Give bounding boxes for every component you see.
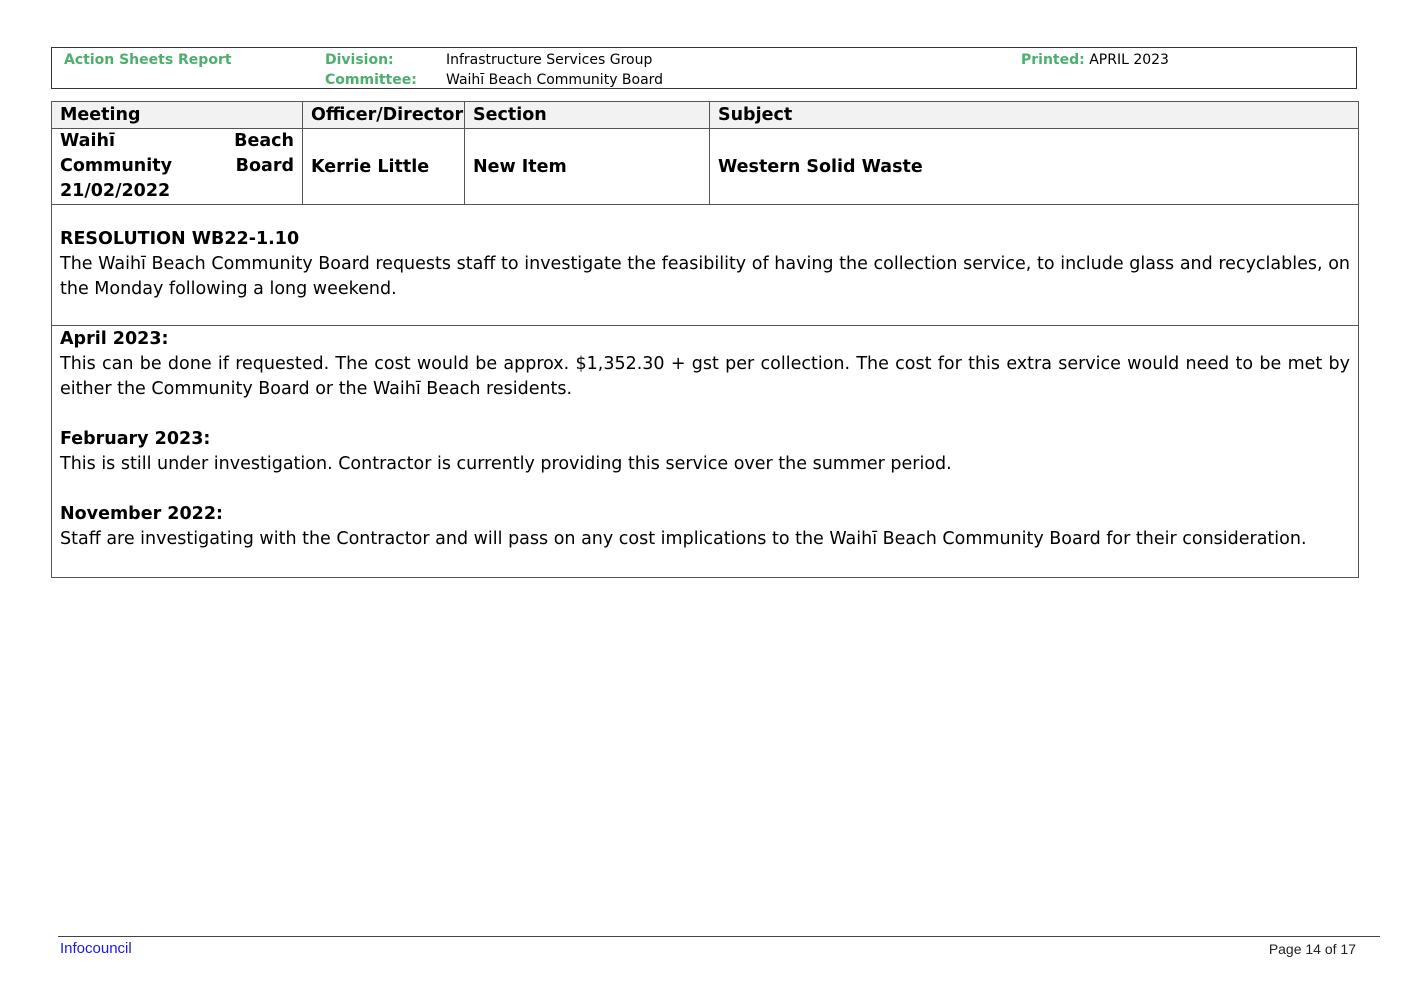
resolution-text: The Waihī Beach Community Board requests… xyxy=(60,254,1350,299)
column-header-subject: Subject xyxy=(709,101,1359,129)
update-text-april-2023: This can be done if requested. The cost … xyxy=(60,354,1350,399)
action-sheet-table: Meeting Officer/Director Section Subject… xyxy=(51,101,1359,578)
column-header-officer: Officer/Director xyxy=(302,101,465,129)
table-row: Waihī Beach Community Board 21/02/2022 K… xyxy=(51,128,1359,205)
division-label: Division: xyxy=(325,52,394,68)
footer-infocouncil: Infocouncil xyxy=(60,940,132,957)
table-header-row: Meeting Officer/Director Section Subject xyxy=(51,101,1359,129)
resolution-row: RESOLUTION WB22-1.10 The Waihī Beach Com… xyxy=(51,204,1359,326)
division-value: Infrastructure Services Group xyxy=(446,52,653,68)
officer-cell: Kerrie Little xyxy=(302,128,465,205)
update-text-february-2023: This is still under investigation. Contr… xyxy=(60,454,952,474)
page-number: Page 14 of 17 xyxy=(1268,941,1356,957)
committee-value: Waihī Beach Community Board xyxy=(446,72,664,88)
update-title-february-2023: February 2023: xyxy=(60,429,211,449)
subject-cell: Western Solid Waste xyxy=(709,128,1359,205)
column-header-meeting: Meeting xyxy=(51,101,303,129)
printed-info: Printed: APRIL 2023 xyxy=(1021,50,1169,70)
printed-value: APRIL 2023 xyxy=(1089,52,1169,68)
resolution-cell: RESOLUTION WB22-1.10 The Waihī Beach Com… xyxy=(51,204,1359,326)
update-title-april-2023: April 2023: xyxy=(60,329,169,349)
updates-cell: April 2023: This can be done if requeste… xyxy=(51,325,1359,578)
resolution-title: RESOLUTION WB22-1.10 xyxy=(60,229,300,249)
printed-label: Printed: xyxy=(1021,52,1085,68)
meeting-cell: Waihī Beach Community Board 21/02/2022 xyxy=(51,128,303,205)
report-header: Action Sheets Report Division: Committee… xyxy=(51,47,1357,89)
committee-label: Committee: xyxy=(325,72,417,88)
section-cell: New Item xyxy=(464,128,710,205)
update-title-november-2022: November 2022: xyxy=(60,504,224,524)
report-title: Action Sheets Report xyxy=(64,52,232,68)
column-header-section: Section xyxy=(464,101,710,129)
update-text-november-2022: Staff are investigating with the Contrac… xyxy=(60,529,1307,549)
updates-row: April 2023: This can be done if requeste… xyxy=(51,325,1359,578)
footer-divider xyxy=(58,936,1380,937)
